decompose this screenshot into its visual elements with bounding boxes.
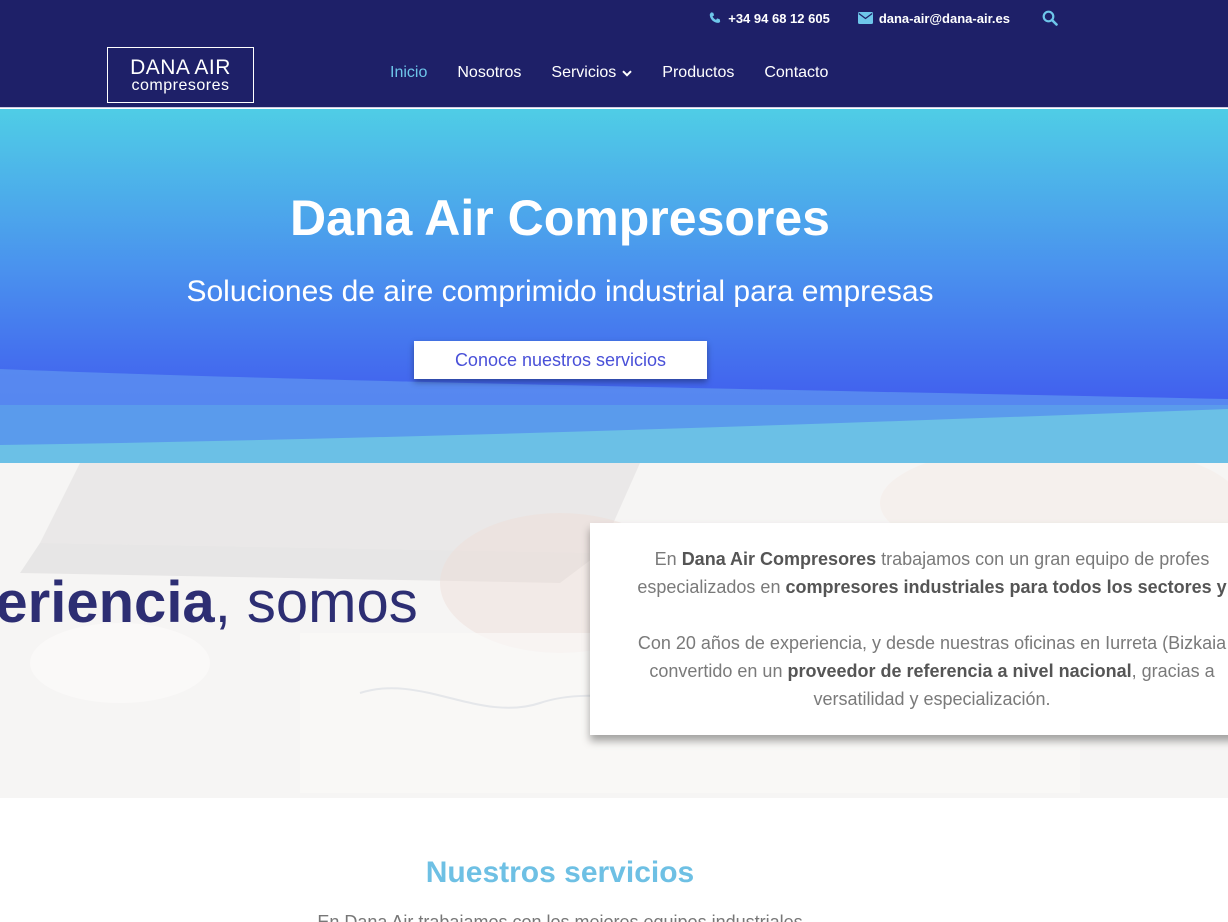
nav-item-contacto[interactable]: Contacto xyxy=(764,64,828,82)
search-icon xyxy=(1042,10,1058,26)
text-fragment: especializados en xyxy=(637,577,786,597)
logo-title: DANA AIR xyxy=(130,56,231,79)
envelope-icon xyxy=(857,12,873,24)
about-text-card: En Dana Air Compresores trabajamos con u… xyxy=(590,523,1228,735)
site-header: +34 94 68 12 605 dana-air@dana-air.es DA… xyxy=(0,0,1228,108)
phone-icon xyxy=(709,12,721,23)
phone-link[interactable]: +34 94 68 12 605 xyxy=(708,11,830,26)
about-paragraph-1-line-1: En Dana Air Compresores trabajamos con u… xyxy=(612,545,1228,573)
phone-number: +34 94 68 12 605 xyxy=(728,10,830,26)
services-intro: En Dana Air trabajamos con los mejores e… xyxy=(317,912,803,922)
text-highlight: proveedor de referencia a nivel nacional xyxy=(787,661,1132,681)
email-link[interactable]: dana-air@dana-air.es xyxy=(857,10,1010,26)
about-paragraph-2-line-1: Con 20 años de experiencia, y desde nues… xyxy=(637,633,1227,653)
email-address: dana-air@dana-air.es xyxy=(878,10,1010,26)
main-nav: Inicio Nosotros Servicios Productos Cont… xyxy=(390,64,828,82)
hero-section: Dana Air Compresores Soluciones de aire … xyxy=(0,109,1228,463)
about-section: periencia, somos n En Dana Air Compresor… xyxy=(0,463,1228,798)
text-fragment: trabajamos con un gran equipo de profes xyxy=(876,549,1210,569)
hero-subtitle: Soluciones de aire comprimido industrial… xyxy=(186,275,934,308)
services-cta-button[interactable]: Conoce nuestros servicios xyxy=(414,341,707,379)
nav-item-productos[interactable]: Productos xyxy=(662,64,734,82)
chevron-down-icon xyxy=(622,69,633,77)
company-name: Dana Air Compresores xyxy=(681,549,877,569)
text-fragment: convertido en un xyxy=(649,661,788,681)
nav-item-inicio[interactable]: Inicio xyxy=(390,64,427,82)
top-contact-bar: +34 94 68 12 605 dana-air@dana-air.es xyxy=(708,10,1058,26)
about-paragraph-1-line-2: especializados en compresores industrial… xyxy=(612,573,1228,601)
nav-item-nosotros[interactable]: Nosotros xyxy=(457,64,521,82)
nav-item-servicios-label: Servicios xyxy=(551,64,617,81)
text-highlight: compresores industriales para todos los … xyxy=(785,577,1227,597)
search-button[interactable] xyxy=(1042,10,1058,26)
about-heading-bold: periencia xyxy=(0,570,215,635)
text-fragment: En xyxy=(654,549,682,569)
hero-title: Dana Air Compresores xyxy=(290,190,830,246)
nav-item-servicios[interactable]: Servicios xyxy=(551,64,633,82)
about-heading-rest: , somos xyxy=(214,570,418,635)
about-paragraph-2-line-2: convertido en un proveedor de referencia… xyxy=(612,657,1228,685)
services-title: Nuestros servicios xyxy=(425,856,695,889)
site-logo[interactable]: DANA AIR compresores xyxy=(107,47,254,103)
about-paragraph-2-line-3: versatilidad y especialización. xyxy=(813,689,1051,709)
about-heading: periencia, somos n xyxy=(0,561,418,729)
text-fragment: , gracias a xyxy=(1131,661,1215,681)
logo-subtitle: compresores xyxy=(131,77,230,94)
